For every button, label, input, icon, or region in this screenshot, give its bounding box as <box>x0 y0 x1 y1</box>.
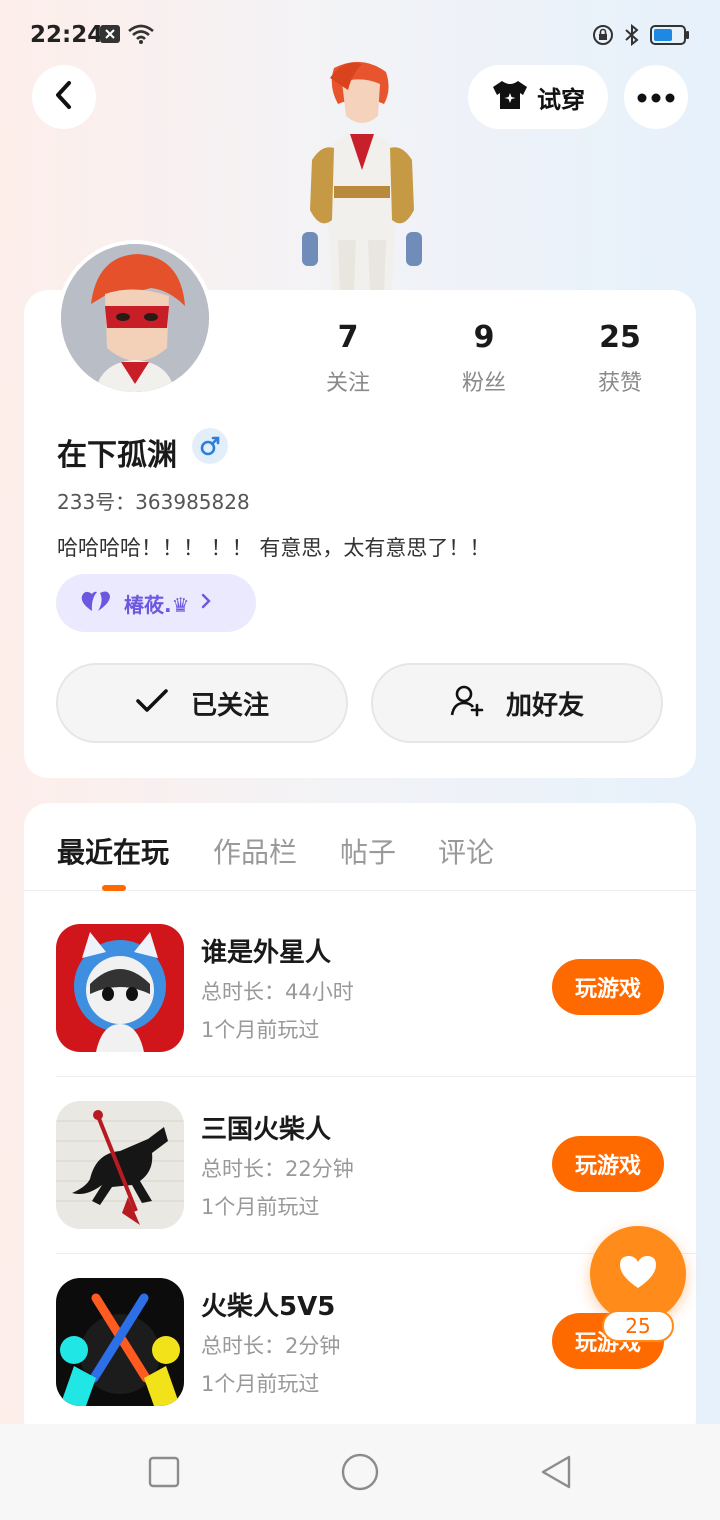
message-notification-icon <box>100 25 120 47</box>
check-icon <box>135 688 169 718</box>
game-row[interactable]: 火柴人5V5 总时长：2分钟 1个月前玩过 玩游戏 <box>24 1278 696 1443</box>
user-id: 233号：363985828 <box>57 490 250 514</box>
battery-icon <box>650 25 690 49</box>
game-title: 火柴人5V5 <box>201 1292 336 1322</box>
tab-comments[interactable]: 评论 <box>438 831 494 871</box>
game-duration: 总时长：22分钟 <box>201 1157 354 1181</box>
game-last-played: 1个月前玩过 <box>201 1195 320 1219</box>
stat-fans-label: 粉丝 <box>461 371 506 396</box>
tshirt-icon <box>491 79 529 115</box>
status-right-icons <box>592 23 690 50</box>
nickname: 在下孤渊 <box>57 438 177 473</box>
male-icon <box>192 428 228 464</box>
game-title: 谁是外星人 <box>201 938 332 968</box>
avatar-image <box>61 244 209 392</box>
game-row[interactable]: 谁是外星人 总时长：44小时 1个月前玩过 玩游戏 <box>24 924 696 1101</box>
add-friend-button[interactable]: 加好友 <box>371 663 663 743</box>
bio: 哈哈哈哈！！！ ！！ 有意思，太有意思了！！ <box>57 536 491 560</box>
try-on-button[interactable]: 试穿 <box>468 65 608 129</box>
game-duration: 总时长：44小时 <box>201 980 354 1004</box>
game-duration: 总时长：2分钟 <box>201 1334 341 1358</box>
add-friend-label: 加好友 <box>505 690 584 721</box>
status-time: 22:24 <box>30 22 104 48</box>
row-divider <box>56 1076 696 1077</box>
try-on-label: 试穿 <box>537 85 585 114</box>
game-last-played: 1个月前玩过 <box>201 1018 320 1042</box>
like-count: 25 <box>602 1310 674 1342</box>
more-button[interactable] <box>624 65 688 129</box>
play-game-button[interactable]: 玩游戏 <box>552 959 664 1015</box>
avatar-character-figure <box>282 60 442 292</box>
back-triangle-icon[interactable] <box>536 1452 576 1492</box>
tab-active-indicator <box>102 885 126 891</box>
stat-fans[interactable]: 9 粉丝 <box>424 320 544 397</box>
recent-games-card: 最近在玩 作品栏 帖子 评论 谁是外星人 总时长：44小时 1个月前玩过 玩游戏 <box>24 803 696 1443</box>
game-icon-stickman-sanguo <box>56 1101 184 1229</box>
tab-recent-playing[interactable]: 最近在玩 <box>57 831 169 871</box>
avatar[interactable] <box>57 240 213 396</box>
stat-fans-value: 9 <box>473 320 495 355</box>
play-game-label: 玩游戏 <box>574 1154 641 1179</box>
wifi-icon <box>128 24 154 48</box>
stat-likes[interactable]: 25 获赞 <box>560 320 680 397</box>
heart-icon <box>618 1254 658 1294</box>
back-button[interactable] <box>32 65 96 129</box>
profile-tabs: 最近在玩 作品栏 帖子 评论 <box>24 803 696 891</box>
game-icon-alien <box>56 924 184 1052</box>
followed-label: 已关注 <box>190 690 269 721</box>
home-icon[interactable] <box>340 1452 380 1492</box>
followed-button[interactable]: 已关注 <box>56 663 348 743</box>
stat-following-value: 7 <box>337 320 359 355</box>
recent-apps-icon[interactable] <box>144 1452 184 1492</box>
stat-likes-value: 25 <box>599 320 641 355</box>
stat-likes-label: 获赞 <box>597 371 642 396</box>
system-nav-bar <box>0 1424 720 1520</box>
game-last-played: 1个月前玩过 <box>201 1372 320 1396</box>
club-badge[interactable]: 椿莜.♛ <box>56 574 256 632</box>
bluetooth-icon <box>624 23 640 50</box>
add-person-icon <box>450 685 484 721</box>
stat-following-label: 关注 <box>325 371 370 396</box>
tab-works[interactable]: 作品栏 <box>213 831 297 871</box>
play-game-button[interactable]: 玩游戏 <box>552 1136 664 1192</box>
heart-pair-icon <box>80 589 114 617</box>
like-button[interactable] <box>590 1226 686 1322</box>
play-game-label: 玩游戏 <box>574 977 641 1002</box>
stat-following[interactable]: 7 关注 <box>288 320 408 397</box>
rotation-lock-icon <box>592 24 614 50</box>
game-title: 三国火柴人 <box>201 1115 332 1145</box>
game-icon-stickman-5v5 <box>56 1278 184 1406</box>
chevron-right-icon <box>200 592 212 614</box>
more-horizontal-icon <box>637 88 675 107</box>
status-left-icons <box>100 24 154 48</box>
club-name: 椿莜.♛ <box>124 592 190 617</box>
tab-posts[interactable]: 帖子 <box>340 831 396 871</box>
chevron-left-icon <box>53 80 75 114</box>
